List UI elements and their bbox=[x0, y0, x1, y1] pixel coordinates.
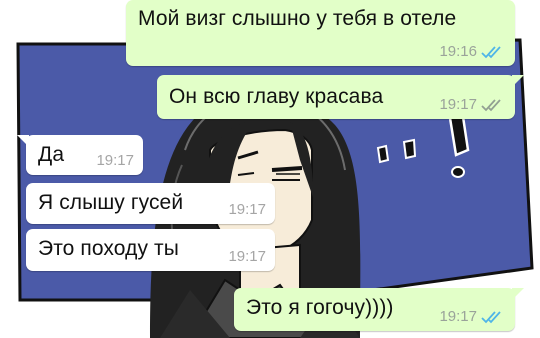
message-meta: 19:17 bbox=[228, 202, 266, 218]
message-time: 19:17 bbox=[439, 96, 477, 113]
double-check-blue-icon bbox=[480, 310, 506, 324]
message-meta: 19:16 bbox=[439, 44, 506, 60]
message-meta: 19:17 bbox=[439, 309, 506, 325]
double-check-blue-icon bbox=[480, 45, 506, 59]
double-check-grey-icon bbox=[480, 98, 506, 112]
message-meta: 19:17 bbox=[96, 153, 134, 169]
message-bubble-outgoing[interactable]: Это я гогочу)))) 19:17 bbox=[234, 288, 524, 331]
bubble-tail bbox=[17, 135, 29, 147]
message-bubble-incoming[interactable]: Я слышу гусей 19:17 bbox=[26, 183, 275, 224]
message-time: 19:17 bbox=[439, 308, 477, 325]
message-bubble-outgoing[interactable]: Он всю главу красава 19:17 bbox=[157, 75, 524, 119]
bubble-tail bbox=[512, 288, 524, 300]
message-bubble-incoming[interactable]: Да 19:17 bbox=[17, 135, 143, 175]
bubble-tail bbox=[512, 75, 524, 87]
message-bubble-outgoing[interactable]: Мой визг слышно у тебя в отеле 19:16 bbox=[126, 0, 515, 66]
message-bubble-incoming[interactable]: Это походу ты 19:17 bbox=[26, 229, 275, 271]
message-text: Он всю главу красава bbox=[169, 85, 384, 108]
message-time: 19:16 bbox=[439, 43, 477, 60]
message-text: Это я гогочу)))) bbox=[246, 296, 394, 319]
message-time: 19:17 bbox=[228, 201, 266, 218]
message-text: Да bbox=[38, 143, 65, 166]
message-text: Я слышу гусей bbox=[38, 191, 184, 214]
message-time: 19:17 bbox=[228, 248, 266, 265]
message-text: Это походу ты bbox=[38, 237, 179, 260]
message-time: 19:17 bbox=[96, 152, 134, 169]
message-text: Мой визг слышно у тебя в отеле bbox=[138, 7, 457, 30]
message-meta: 19:17 bbox=[439, 97, 506, 113]
message-meta: 19:17 bbox=[228, 249, 266, 265]
